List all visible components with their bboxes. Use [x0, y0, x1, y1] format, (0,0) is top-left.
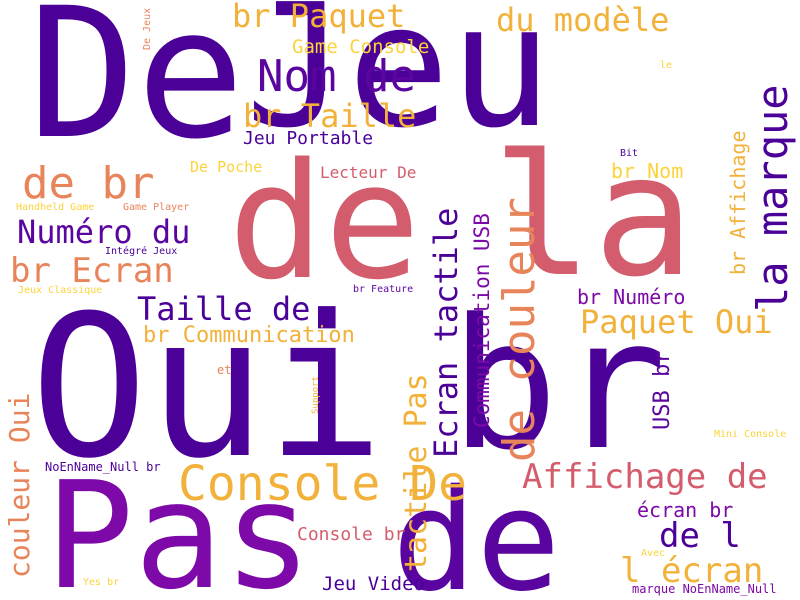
word-avec: Avec — [641, 548, 666, 559]
word-br-nom: br Nom — [611, 159, 684, 183]
word-br-communication: br Communication — [143, 323, 355, 348]
word-de-jeux: De Jeux — [142, 7, 153, 50]
word-affichage-de: Affichage de — [522, 457, 768, 497]
word-le: le — [660, 60, 673, 71]
word-yes-br: Yes br — [83, 577, 120, 588]
word-jeu-video: Jeu Vidéo — [322, 573, 425, 595]
word-de-br: de br — [22, 158, 155, 209]
word-communication-usb: Communication USB — [470, 213, 494, 428]
word-nom-de: Nom de — [257, 51, 416, 102]
word-br-paquet: br Paquet — [232, 0, 406, 35]
word-et: et — [217, 363, 232, 377]
word-du-modele: du modèle — [496, 1, 670, 39]
word-de-poche: De Poche — [190, 158, 263, 176]
word-paquet-oui: Paquet Oui — [580, 303, 773, 341]
word-integre-jeux: Intégré Jeux — [105, 246, 178, 257]
word-bit: Bit — [620, 148, 639, 159]
word-la-marque: la marque — [748, 84, 797, 312]
word-mini-console: Mini Console — [714, 429, 787, 440]
word-lecteur-de: Lecteur De — [320, 163, 417, 182]
word-ecran-tactile: Ecran tactile — [427, 207, 465, 458]
word-usb-br: USB br — [650, 350, 675, 430]
word-numero-du: Numéro du — [17, 213, 191, 251]
word-cloud: Jeu De la de Oui br Pas de la marque de … — [0, 0, 800, 600]
word-marque-noenname-null: marque NoEnName_Null — [632, 582, 777, 596]
word-game-console: Game Console — [292, 36, 430, 58]
word-jeu-portable: Jeu Portable — [243, 128, 374, 149]
word-br-ecran: br Ecran — [10, 251, 174, 291]
word-game-player: Game Player — [123, 202, 190, 213]
word-br-feature: br Feature — [353, 284, 414, 295]
word-taille-de: Taille de — [137, 290, 311, 328]
word-de-l: de l — [659, 516, 741, 556]
word-br-affichage: br Affichage — [726, 130, 750, 276]
word-console-de: Console De — [178, 456, 467, 512]
word-jeux-classique: Jeux Classique — [18, 285, 103, 296]
word-couleur-oui: couleur Oui — [3, 392, 36, 578]
word-console-br: Console br — [297, 524, 406, 545]
word-noenname-null-br: NoEnName_Null br — [45, 460, 161, 474]
word-support: Support — [311, 376, 321, 414]
word-de-large: De — [28, 0, 245, 179]
word-handheld-game: Handheld Game — [16, 202, 95, 213]
word-de-couleur: de couleur — [494, 197, 545, 462]
